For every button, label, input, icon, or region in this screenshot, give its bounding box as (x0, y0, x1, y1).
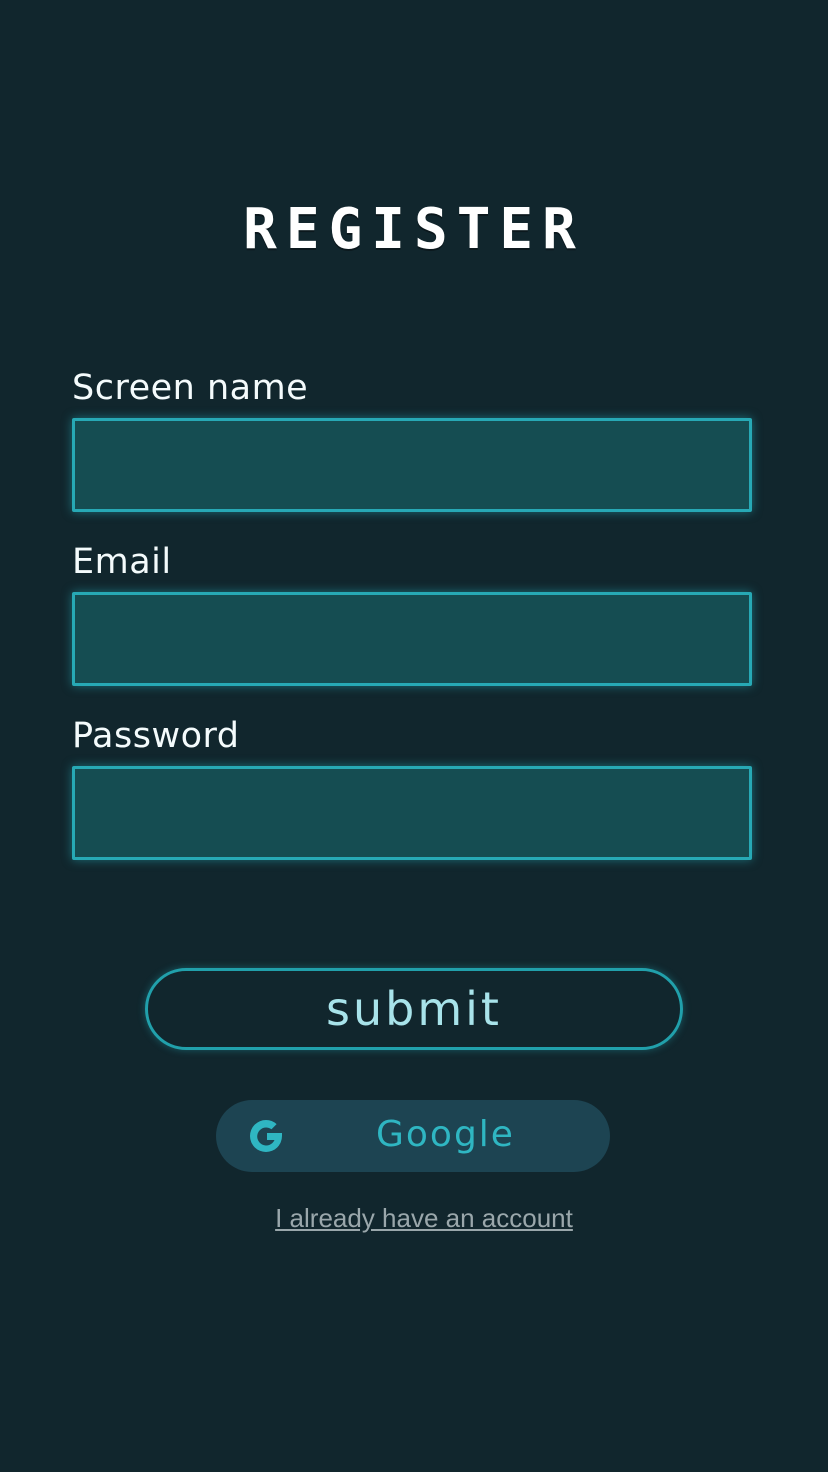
page-title: REGISTER (243, 197, 585, 262)
screen-name-input[interactable] (72, 418, 752, 512)
submit-button[interactable]: submit (145, 968, 683, 1050)
google-signin-button[interactable]: Google (216, 1100, 610, 1172)
google-g-icon (250, 1120, 282, 1152)
already-have-account-link[interactable]: I already have an account (0, 1202, 828, 1234)
submit-button-label: submit (326, 982, 502, 1036)
password-label: Password (72, 716, 240, 756)
email-input[interactable] (72, 592, 752, 686)
google-signin-label: Google (376, 1114, 515, 1155)
password-input[interactable] (72, 766, 752, 860)
screen-name-label: Screen name (72, 368, 309, 408)
email-label: Email (72, 542, 172, 582)
